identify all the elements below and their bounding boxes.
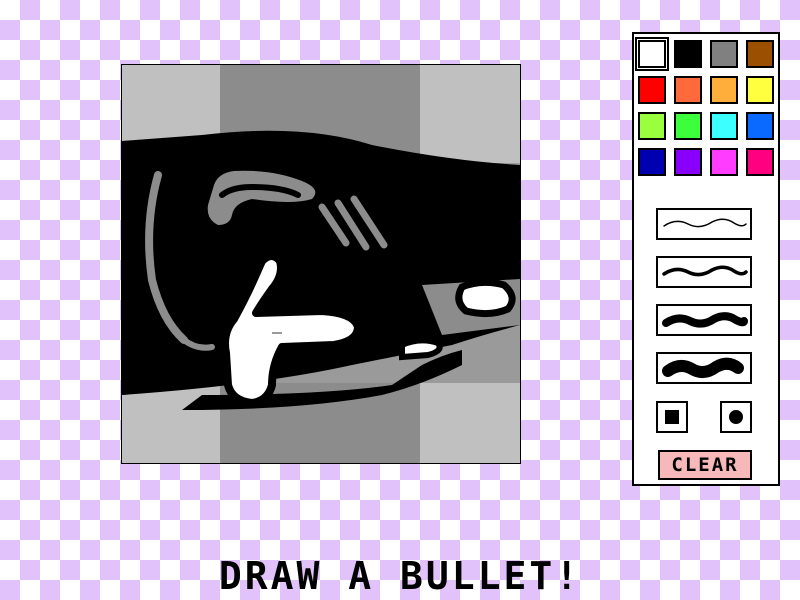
color-swatch-black[interactable] (674, 40, 702, 68)
color-swatch-purple[interactable] (674, 148, 702, 176)
brush-size-medium[interactable] (656, 256, 752, 288)
tool-panel: CLEAR (632, 32, 780, 486)
brush-thin-preview-icon (663, 218, 747, 228)
color-swatch-blue[interactable] (746, 112, 774, 140)
color-swatch-red[interactable] (638, 76, 666, 104)
brush-size-thin[interactable] (656, 208, 752, 240)
color-swatch-green[interactable] (674, 112, 702, 140)
square-brush-button[interactable] (656, 401, 688, 433)
color-swatch-lime[interactable] (638, 112, 666, 140)
color-swatch-cyan[interactable] (710, 112, 738, 140)
clear-button[interactable]: CLEAR (658, 450, 752, 480)
square-icon (665, 410, 679, 424)
color-swatch-navy[interactable] (638, 148, 666, 176)
drawing-canvas[interactable] (121, 64, 521, 464)
brush-size-thick[interactable] (656, 304, 752, 336)
drawing-prompt: DRAW A BULLET! (0, 552, 800, 600)
color-swatch-magenta[interactable] (710, 148, 738, 176)
round-brush-button[interactable] (720, 401, 752, 433)
color-swatch-yellow[interactable] (746, 76, 774, 104)
drawing-layer (122, 65, 520, 463)
circle-icon (729, 410, 743, 424)
color-swatch-orange[interactable] (674, 76, 702, 104)
color-swatch-light-orange[interactable] (710, 76, 738, 104)
color-swatch-brown[interactable] (746, 40, 774, 68)
brush-extra-thick-preview-icon (662, 357, 744, 378)
brush-size-extra-thick[interactable] (656, 352, 752, 384)
prompt-text: DRAW A BULLET! (218, 554, 582, 598)
color-swatch-white[interactable] (635, 37, 669, 71)
brush-medium-preview-icon (662, 265, 748, 277)
color-swatch-pink[interactable] (746, 148, 774, 176)
color-swatch-gray[interactable] (710, 40, 738, 68)
brush-thick-preview-icon (662, 312, 748, 328)
